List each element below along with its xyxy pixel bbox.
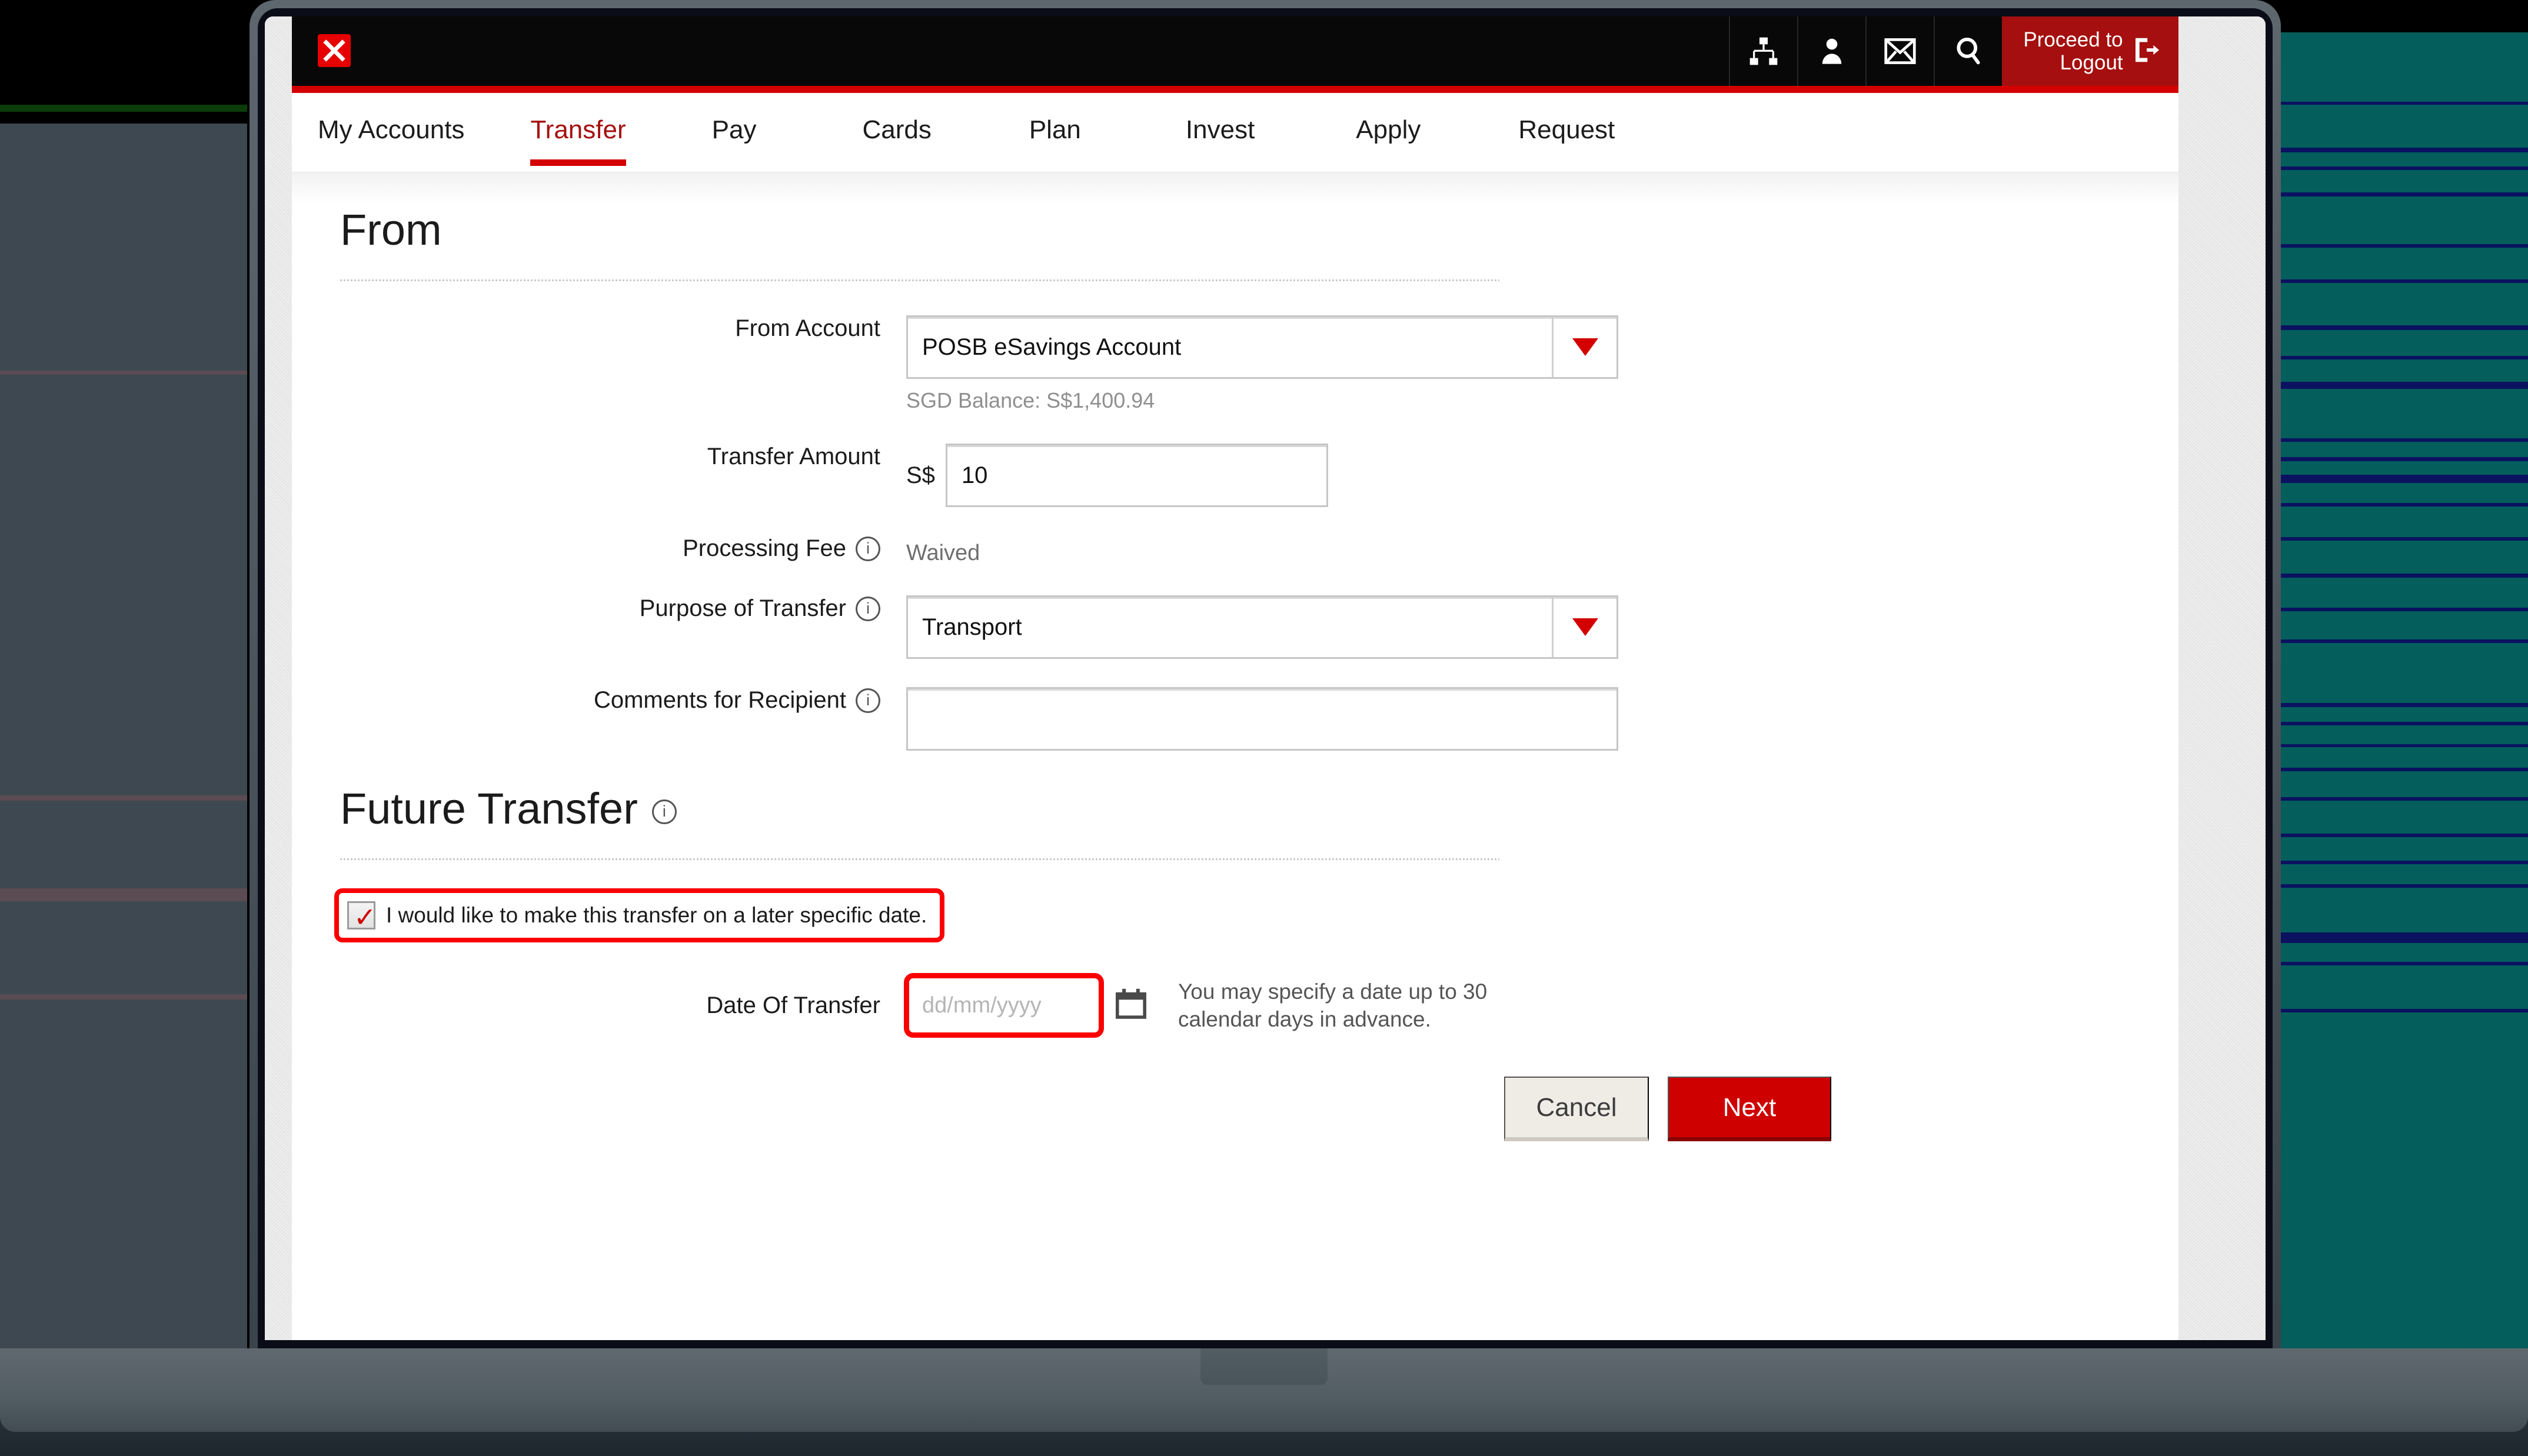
topbar-red-underline	[292, 86, 2178, 93]
label-text: Date Of Transfer	[706, 992, 880, 1018]
label-text: Comments for Recipient	[593, 687, 846, 713]
sitemap-icon[interactable]	[1729, 16, 1797, 86]
laptop-base-lip	[0, 1348, 2528, 1432]
date-of-transfer-input-highlight[interactable]: dd/mm/yyyy	[904, 973, 1104, 1038]
tab-my-accounts[interactable]: My Accounts	[318, 93, 464, 145]
date-of-transfer-label: Date Of Transfer	[292, 992, 880, 1019]
purpose-of-transfer-field: Transport	[906, 595, 1618, 659]
tab-label: Apply	[1356, 115, 1421, 144]
info-icon[interactable]: i	[856, 536, 880, 561]
comments-for-recipient-label: Comments for Recipient i	[292, 687, 880, 714]
label-text: Transfer Amount	[707, 444, 880, 469]
logout-arrow-icon	[2130, 34, 2162, 69]
tab-pay[interactable]: Pay	[712, 93, 757, 145]
info-icon[interactable]: i	[856, 596, 880, 621]
row-purpose-of-transfer: Purpose of Transfer i Transport	[292, 595, 2178, 659]
comments-for-recipient-field	[906, 687, 1618, 751]
search-icon[interactable]	[1934, 16, 2002, 86]
purpose-of-transfer-select[interactable]: Transport	[906, 595, 1618, 659]
tab-transfer[interactable]: Transfer	[530, 93, 626, 166]
future-transfer-heading-text: Future Transfer	[340, 784, 638, 833]
from-account-balance: SGD Balance: S$1,400.94	[906, 388, 1155, 412]
transfer-amount-value: 10	[961, 462, 988, 488]
from-section-title: From	[292, 173, 2178, 255]
row-comments-for-recipient: Comments for Recipient i	[292, 687, 2178, 751]
laptop-trackpad-notch	[1200, 1348, 1328, 1385]
future-transfer-checkbox-wrapper: ✓ I would like to make this transfer on …	[334, 888, 2178, 942]
from-account-select[interactable]: POSB eSavings Account	[906, 315, 1618, 379]
info-icon[interactable]: i	[856, 688, 880, 713]
from-account-field: POSB eSavings Account	[906, 315, 1618, 379]
app-topbar: Proceed to Logout	[292, 16, 2178, 86]
backdrop-left-panel	[0, 124, 247, 1356]
date-of-transfer-hint: You may specify a date up to 30 calendar…	[1178, 979, 1488, 1031]
chevron-down-icon[interactable]	[1552, 317, 1616, 377]
future-transfer-title: Future Transfer i	[292, 751, 2178, 834]
label-text: From Account	[735, 315, 880, 341]
mail-icon[interactable]	[1865, 16, 1934, 86]
comments-for-recipient-input[interactable]	[906, 687, 1618, 751]
label-text: Processing Fee	[683, 535, 846, 561]
tab-active-underline	[530, 159, 626, 166]
row-date-of-transfer: Date Of Transfer dd/mm/yyyy You may spec…	[292, 973, 2178, 1038]
from-account-label: From Account	[292, 315, 880, 342]
tab-label: Transfer	[530, 115, 626, 144]
future-transfer-checkbox-label: I would like to make this transfer on a …	[386, 903, 927, 927]
tab-label: Plan	[1029, 115, 1081, 144]
processing-fee-field: Waived	[906, 535, 980, 571]
logout-label: Proceed to Logout	[2023, 28, 2123, 74]
tab-cards[interactable]: Cards	[862, 93, 931, 145]
future-transfer-checkbox-highlight[interactable]: ✓ I would like to make this transfer on …	[334, 888, 945, 942]
purpose-value: Transport	[922, 614, 1022, 640]
date-of-transfer-placeholder: dd/mm/yyyy	[922, 992, 1042, 1018]
proceed-to-logout-button[interactable]: Proceed to Logout	[2002, 16, 2178, 86]
check-icon: ✓	[354, 901, 377, 933]
user-icon[interactable]	[1797, 16, 1865, 86]
tab-label: Invest	[1185, 115, 1255, 144]
next-button[interactable]: Next	[1668, 1077, 1831, 1141]
processing-fee-label: Processing Fee i	[292, 535, 880, 562]
info-icon[interactable]: i	[651, 799, 677, 824]
processing-fee-value: Waived	[906, 540, 980, 565]
tab-plan[interactable]: Plan	[1029, 93, 1081, 145]
purpose-of-transfer-label: Purpose of Transfer i	[292, 595, 880, 622]
tab-label: Cards	[862, 115, 932, 144]
laptop-frame: Proceed to Logout My Accounts Transfer P…	[0, 0, 2528, 1456]
transfer-amount-label: Transfer Amount	[292, 444, 880, 470]
backdrop-green-strip	[0, 105, 247, 112]
main-navigation: My Accounts Transfer Pay Cards Plan Inve…	[292, 93, 2178, 173]
tab-invest[interactable]: Invest	[1186, 93, 1255, 145]
tab-request[interactable]: Request	[1518, 93, 1615, 145]
cancel-button[interactable]: Cancel	[1504, 1077, 1649, 1141]
label-text: Purpose of Transfer	[639, 595, 846, 621]
row-from-account: From Account POSB eSavings Account	[292, 315, 2178, 379]
tab-label: Pay	[711, 115, 757, 144]
from-section-divider	[340, 279, 1499, 281]
from-account-value: POSB eSavings Account	[922, 334, 1182, 360]
browser-page: Proceed to Logout My Accounts Transfer P…	[265, 16, 2266, 1340]
date-of-transfer-field: dd/mm/yyyy You may specify a date up to …	[904, 973, 1487, 1038]
laptop-screen: Proceed to Logout My Accounts Transfer P…	[265, 16, 2266, 1340]
tab-label: My Accounts	[318, 115, 465, 144]
future-transfer-divider	[340, 858, 1499, 860]
transfer-amount-field: S$ 10	[906, 444, 1328, 507]
form-actions: Cancel Next	[1504, 1077, 2178, 1141]
laptop-base	[0, 1348, 2528, 1456]
tab-apply[interactable]: Apply	[1356, 93, 1421, 145]
future-transfer-checkbox[interactable]: ✓	[347, 901, 377, 933]
calendar-icon[interactable]	[1115, 987, 1147, 1024]
page-content-card: Proceed to Logout My Accounts Transfer P…	[292, 16, 2178, 1340]
transfer-amount-input[interactable]: 10	[945, 444, 1328, 507]
row-processing-fee: Processing Fee i Waived	[292, 535, 2178, 571]
chevron-down-icon[interactable]	[1552, 597, 1616, 657]
transfer-form: From From Account POSB eSavings Account	[292, 173, 2178, 1340]
from-heading-text: From	[340, 205, 442, 254]
currency-prefix: S$	[906, 462, 935, 488]
row-transfer-amount: Transfer Amount S$ 10	[292, 444, 2178, 507]
x-logo-icon[interactable]	[318, 34, 351, 67]
backdrop-right-teal	[2260, 32, 2528, 1356]
tab-label: Request	[1518, 115, 1615, 144]
